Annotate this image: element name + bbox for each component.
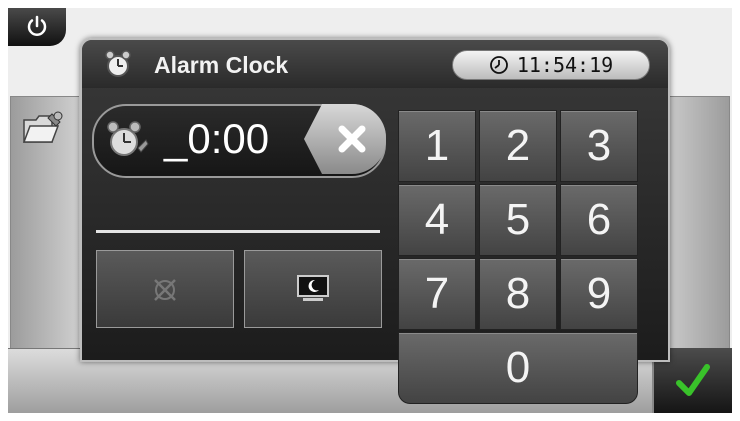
alarm-time-value: _0:00 <box>164 115 270 162</box>
key-5[interactable]: 5 <box>479 184 557 256</box>
divider <box>96 230 380 233</box>
key-0[interactable]: 0 <box>398 332 638 404</box>
dialog-title: Alarm Clock <box>154 52 289 78</box>
key-6[interactable]: 6 <box>560 184 638 256</box>
alarm-clock-icon <box>104 49 132 84</box>
sleep-mode-icon <box>297 275 329 301</box>
alarm-clock-dialog: Alarm Clock 11:54:19 _0:00 1 2 3 4 5 6 7… <box>80 38 670 404</box>
checkmark-icon <box>676 363 710 396</box>
power-button[interactable] <box>8 8 66 46</box>
clock-icon <box>489 56 508 74</box>
clear-button[interactable] <box>304 104 386 174</box>
device-screen: Alarm Clock 11:54:19 _0:00 1 2 3 4 5 6 7… <box>8 8 732 413</box>
alarm-clock-icon <box>104 118 150 167</box>
key-1[interactable]: 1 <box>398 110 476 182</box>
folder-settings-button[interactable] <box>22 108 64 153</box>
power-icon <box>27 15 47 36</box>
key-7[interactable]: 7 <box>398 258 476 330</box>
key-9[interactable]: 9 <box>560 258 638 330</box>
key-4[interactable]: 4 <box>398 184 476 256</box>
key-3[interactable]: 3 <box>560 110 638 182</box>
key-8[interactable]: 8 <box>479 258 557 330</box>
right-side-panel <box>661 96 730 356</box>
alarm-off-icon <box>154 279 176 301</box>
folder-settings-icon <box>22 111 63 143</box>
current-time: 11:54:19 <box>516 53 614 77</box>
key-2[interactable]: 2 <box>479 110 557 182</box>
disable-alarm-button[interactable] <box>96 250 234 328</box>
alarm-time-field[interactable]: _0:00 <box>92 104 386 178</box>
clear-x-icon <box>338 125 366 153</box>
current-time-display: 11:54:19 <box>452 50 650 80</box>
dialog-titlebar: Alarm Clock 11:54:19 <box>82 40 668 88</box>
sleep-mode-button[interactable] <box>244 250 382 328</box>
